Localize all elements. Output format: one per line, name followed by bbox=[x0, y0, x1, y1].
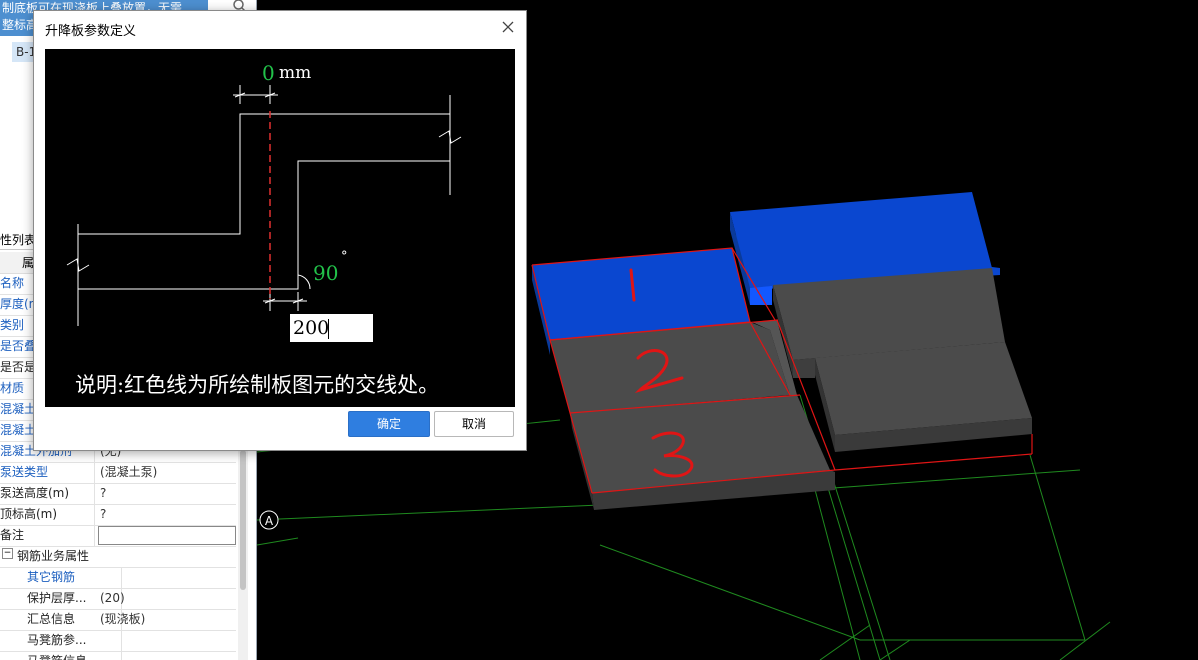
axis-marker-a[interactable]: A bbox=[259, 510, 279, 530]
axis-label-a: A bbox=[265, 514, 274, 528]
cancel-button[interactable]: 取消 bbox=[434, 411, 514, 437]
property-name: 顶标高(m) bbox=[0, 504, 95, 525]
property-row[interactable]: 顶标高(m)? bbox=[0, 504, 236, 526]
property-value[interactable]: ? bbox=[100, 504, 236, 525]
property-row[interactable]: 泵送类型 (混凝土泵) bbox=[0, 462, 236, 484]
angle-unit: ° bbox=[341, 249, 348, 264]
offset-value[interactable]: 0 bbox=[262, 61, 275, 85]
property-value[interactable]: (20) bbox=[100, 588, 236, 609]
property-row[interactable]: 马凳筋参... bbox=[0, 630, 236, 652]
close-icon[interactable] bbox=[498, 17, 518, 37]
property-name: 泵送高度(m) bbox=[0, 483, 95, 504]
slab-right-bottom[interactable] bbox=[815, 342, 1032, 452]
remark-input[interactable] bbox=[98, 526, 236, 545]
offset-unit: mm bbox=[279, 63, 312, 83]
parameter-diagram: 0 mm 90 ° 200 说明:红色线为所绘制板图元的交线处。 bbox=[45, 49, 515, 407]
slab-3[interactable] bbox=[570, 395, 835, 510]
text-cursor bbox=[328, 319, 329, 339]
property-row[interactable]: 汇总信息 (现浇板) bbox=[0, 609, 236, 631]
property-name: 钢筋业务属性 bbox=[17, 549, 90, 563]
ok-button[interactable]: 确定 bbox=[348, 411, 430, 437]
angle-value[interactable]: 90 bbox=[313, 261, 338, 285]
property-value[interactable]: (现浇板) bbox=[100, 609, 236, 630]
property-value[interactable] bbox=[100, 630, 236, 651]
property-value[interactable] bbox=[100, 651, 236, 660]
property-row[interactable]: 马凳筋信息 bbox=[0, 651, 236, 660]
property-row[interactable]: 保护层厚... (20) bbox=[0, 588, 236, 610]
dialog-title: 升降板参数定义 bbox=[45, 24, 137, 39]
height-input[interactable]: 200 bbox=[290, 314, 373, 342]
property-scrollbar[interactable] bbox=[238, 440, 248, 660]
property-name: 泵送类型 bbox=[0, 462, 95, 483]
collapse-toggle-icon[interactable]: − bbox=[2, 548, 13, 559]
property-row[interactable]: − 钢筋业务属性 bbox=[0, 546, 236, 568]
property-value[interactable] bbox=[100, 567, 236, 588]
raise-slab-dialog: 升降板参数定义 0 mm 90 ° 200 说明:红色线为所绘制板图元的交线处。… bbox=[33, 10, 527, 451]
property-row[interactable]: 泵送高度(m)? bbox=[0, 483, 236, 505]
scrollbar-thumb[interactable] bbox=[240, 450, 246, 590]
property-value[interactable]: ? bbox=[100, 483, 236, 504]
property-value[interactable] bbox=[100, 546, 236, 567]
diagram-note: 说明:红色线为所绘制板图元的交线处。 bbox=[75, 373, 440, 397]
property-name: 备注 bbox=[0, 525, 95, 546]
property-row[interactable]: 其它钢筋 bbox=[0, 567, 236, 589]
step-section-drawing bbox=[66, 85, 462, 326]
property-value[interactable]: (混凝土泵) bbox=[100, 462, 236, 483]
